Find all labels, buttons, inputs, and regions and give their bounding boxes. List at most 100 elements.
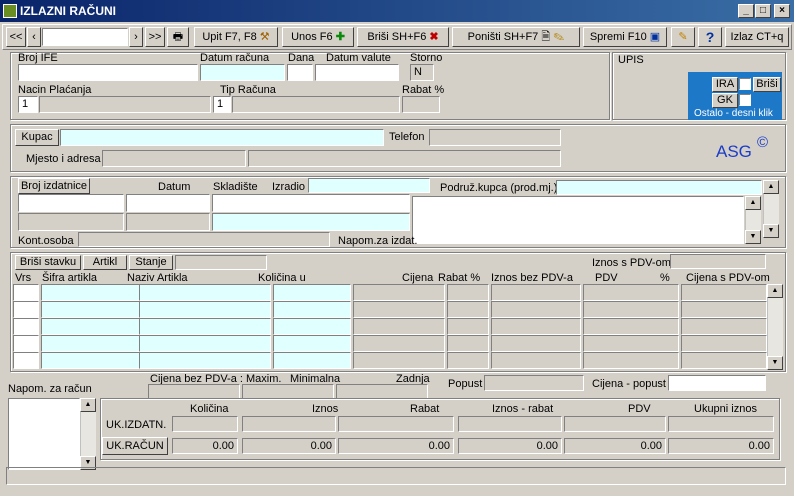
grid-cell[interactable]: [41, 318, 153, 335]
scroll-up-icon[interactable]: ▲: [763, 180, 779, 194]
brisi-button[interactable]: Briši SH+F6 ✖: [357, 27, 449, 47]
napom-racun-up-icon[interactable]: ▲: [80, 398, 96, 412]
grid-cell[interactable]: [139, 352, 271, 369]
record-slider[interactable]: [42, 28, 128, 46]
grid-cell[interactable]: [41, 301, 153, 318]
grid-cell[interactable]: [139, 301, 271, 318]
prev-record-button[interactable]: ‹: [27, 27, 41, 47]
grid-cell[interactable]: [273, 318, 351, 335]
stavke-scroll-down-icon[interactable]: ▼: [767, 356, 783, 370]
unos-button[interactable]: Unos F6 ✚: [282, 27, 354, 47]
grid-cell[interactable]: [13, 352, 39, 369]
izlaz-button[interactable]: Izlaz CT+q: [725, 27, 789, 47]
brisi-label: Briši SH+F6: [367, 31, 427, 43]
gk-checkbox[interactable]: [739, 94, 751, 106]
help-button[interactable]: ?: [698, 27, 722, 47]
storno-field[interactable]: N: [410, 64, 434, 81]
next-record-button[interactable]: ›: [129, 27, 143, 47]
scroll-down-icon[interactable]: ▼: [763, 224, 779, 238]
uk-racun-value: 0.00: [242, 438, 336, 454]
grid-cell[interactable]: [273, 301, 351, 318]
rabat-field[interactable]: [402, 96, 440, 113]
rabat-label: Rabat %: [402, 84, 445, 96]
grid-cell[interactable]: [41, 352, 153, 369]
grid-cell: [583, 335, 679, 352]
ira-checkbox[interactable]: [739, 78, 751, 90]
broj-ife-field[interactable]: [18, 64, 198, 81]
ponisti-button[interactable]: Poništi SH+F7 🗎 ✎: [452, 27, 580, 47]
copyright-mark: ©: [757, 134, 769, 151]
grid-cell[interactable]: [139, 335, 271, 352]
uk-racun-button[interactable]: UK.RAČUN: [102, 437, 168, 455]
napom-racun-label: Napom. za račun: [8, 383, 92, 395]
minimize-button[interactable]: _: [738, 4, 754, 18]
stavke-scroll-up-icon[interactable]: ▲: [767, 284, 783, 298]
grid-cell: [583, 318, 679, 335]
nacin-placanja-label: Nacin Plaćanja: [18, 84, 92, 96]
tip-racuna-code[interactable]: 1: [213, 96, 231, 113]
stanje-button[interactable]: Stanje: [129, 255, 173, 270]
zadnja-field: [336, 384, 428, 399]
grid-cell[interactable]: [41, 284, 153, 301]
podruz-field[interactable]: [556, 180, 762, 195]
cijena-popust-field[interactable]: [668, 375, 766, 391]
grid-cell: [353, 284, 445, 301]
pencil-button[interactable]: ✎: [671, 27, 695, 47]
grid-cell[interactable]: [139, 284, 271, 301]
uk-racun-value: 0.00: [458, 438, 562, 454]
napom-scroll-up-icon[interactable]: ▲: [745, 196, 761, 210]
grid-cell[interactable]: [273, 335, 351, 352]
napom-scroll-down-icon[interactable]: ▼: [745, 230, 761, 244]
izd-row2-broj: [18, 213, 124, 231]
iznos-pdv-total: [670, 254, 766, 269]
col-pdv-pct: %: [660, 272, 670, 284]
izd-row1-broj[interactable]: [18, 194, 124, 212]
napom-racun-area[interactable]: [8, 398, 80, 470]
napom-izdat-area[interactable]: [412, 196, 744, 244]
dana-field[interactable]: [287, 64, 313, 81]
grid-cell: [681, 335, 767, 352]
grid-cell[interactable]: [273, 352, 351, 369]
datum-valute-field[interactable]: [315, 64, 399, 81]
grid-cell: [447, 284, 489, 301]
title-bar: IZLAZNI RAČUNI _ □ ×: [0, 0, 794, 22]
delete-icon: ✖: [429, 31, 439, 43]
broj-izdatnice-button[interactable]: Broj izdatnice: [18, 178, 90, 194]
close-button[interactable]: ×: [774, 4, 790, 18]
totals-col-header: PDV: [628, 403, 651, 415]
grid-cell[interactable]: [13, 318, 39, 335]
izd-row1-skladiste[interactable]: [212, 194, 410, 212]
print-button[interactable]: 🖶: [167, 27, 189, 47]
grid-cell: [583, 352, 679, 369]
col-vrs: Vrs: [15, 272, 32, 284]
izd-row1-datum[interactable]: [126, 194, 210, 212]
undo-icon: 🗎: [541, 31, 551, 43]
grid-cell[interactable]: [13, 284, 39, 301]
artikl-button[interactable]: Artikl: [83, 255, 127, 270]
grid-cell[interactable]: [41, 335, 153, 352]
grid-cell[interactable]: [139, 318, 271, 335]
datum-racuna-field[interactable]: [200, 64, 285, 81]
gk-button[interactable]: GK: [712, 93, 738, 108]
brisi-stavku-button[interactable]: Briši stavku: [15, 255, 81, 270]
grid-cell[interactable]: [13, 301, 39, 318]
upit-button[interactable]: Upit F7, F8 ⚒: [194, 27, 278, 47]
nacin-placanja-code[interactable]: 1: [18, 96, 38, 113]
first-record-button[interactable]: <<: [6, 27, 26, 47]
grid-cell: [447, 318, 489, 335]
napom-izdat-label: Napom.za izdat.: [338, 235, 418, 247]
last-record-button[interactable]: >>: [145, 27, 165, 47]
grid-cell: [681, 352, 767, 369]
kupac-field[interactable]: [60, 129, 384, 146]
izd-row2-skladiste[interactable]: [212, 213, 410, 231]
totals-col-header: Ukupni iznos: [694, 403, 757, 415]
izradio-field[interactable]: [308, 178, 430, 193]
grid-cell: [681, 318, 767, 335]
grid-cell[interactable]: [13, 335, 39, 352]
ira-button[interactable]: IRA: [712, 77, 738, 92]
spremi-button[interactable]: Spremi F10 ▣: [583, 27, 667, 47]
kupac-button[interactable]: Kupac: [15, 129, 59, 146]
grid-cell[interactable]: [273, 284, 351, 301]
upis-brisi-button[interactable]: Briši: [753, 77, 781, 92]
maximize-button[interactable]: □: [755, 4, 771, 18]
